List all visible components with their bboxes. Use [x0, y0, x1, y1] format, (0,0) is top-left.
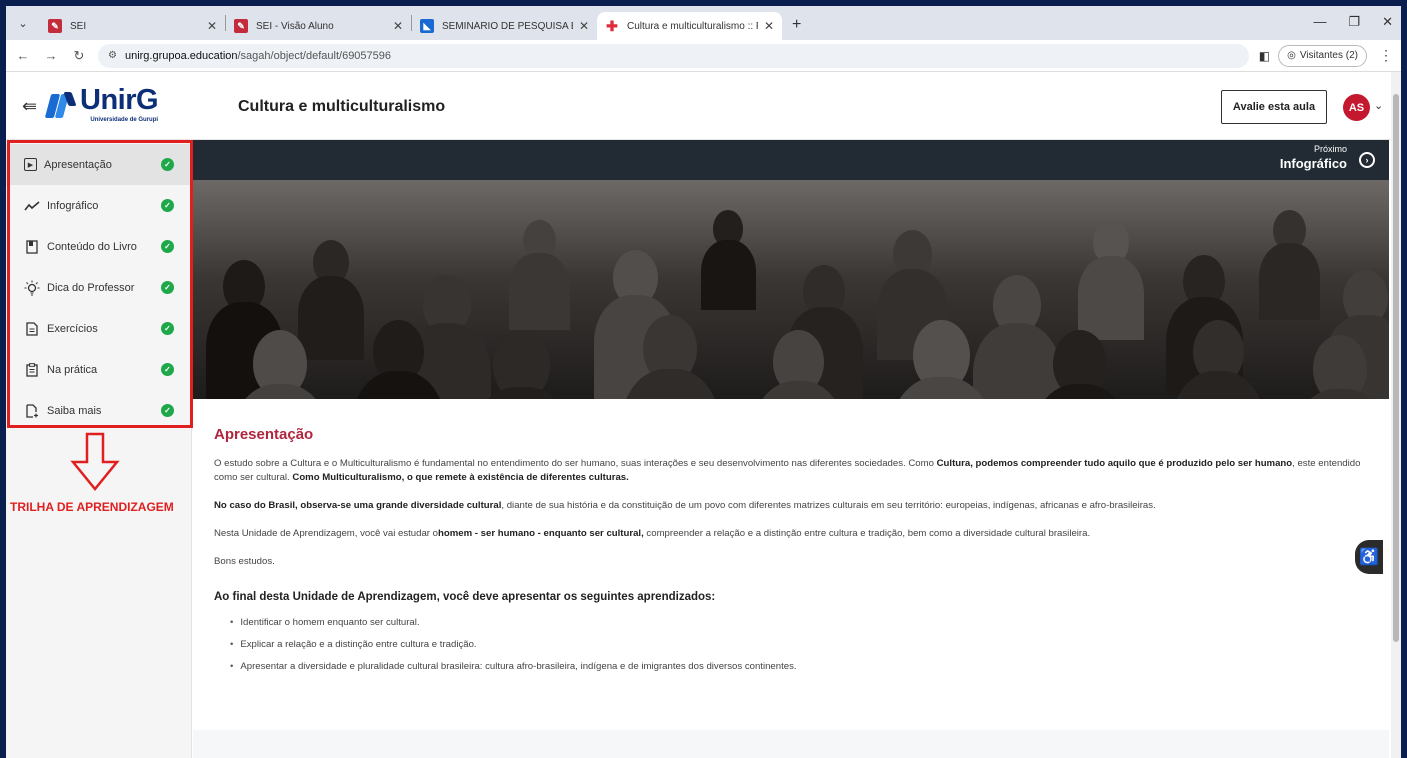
rate-lesson-button[interactable]: Avalie esta aula	[1221, 90, 1327, 124]
close-window-icon[interactable]: ✕	[1382, 14, 1393, 30]
close-tab-icon[interactable]: ✕	[579, 19, 589, 33]
list-item: Identificar o homem enquanto ser cultura…	[230, 617, 1384, 628]
crowd-silhouette	[973, 323, 1061, 399]
restore-icon[interactable]: ❐	[1348, 14, 1360, 30]
article: Apresentação O estudo sobre a Cultura e …	[214, 426, 1384, 683]
tab-title: SEMINÁRIO DE PESQUISA EM L	[442, 20, 573, 32]
annotation-label: TRILHA DE APRENDIZAGEM	[10, 500, 174, 514]
crowd-silhouette	[700, 240, 756, 310]
section-heading: Apresentação	[214, 426, 314, 443]
minimize-icon[interactable]: —	[1313, 14, 1326, 30]
browser-window: ⌄ ✎ SEI ✕ ✎ SEI - Visão Aluno ✕ ◣ SEMINÁ…	[6, 6, 1401, 758]
url-path: /sagah/object/default/69057596	[237, 49, 392, 62]
logo-name: UnirG	[80, 84, 159, 116]
window-controls: — ❐ ✕	[1313, 14, 1393, 30]
footer-strip	[193, 730, 1389, 758]
scrollbar[interactable]	[1391, 72, 1401, 758]
logo-subtitle: Universidade de Gurupi	[90, 117, 159, 123]
unirg-favicon-icon: ◣	[420, 19, 434, 33]
goals-heading: Ao final desta Unidade de Aprendizagem, …	[214, 591, 716, 603]
close-tab-icon[interactable]: ✕	[764, 19, 774, 33]
new-tab-icon[interactable]: +	[792, 16, 801, 34]
annotation-box	[7, 140, 193, 428]
tab-sei-visao-aluno[interactable]: ✎ SEI - Visão Aluno ✕	[226, 12, 411, 40]
profile-label: Visitantes (2)	[1299, 50, 1358, 61]
next-lesson-link[interactable]: Próximo Infográfico	[1280, 144, 1347, 171]
unirg-logo[interactable]: UnirG Universidade de Gurupi	[44, 84, 159, 123]
sagah-favicon-icon: ✚	[606, 17, 618, 34]
annotation-down-arrow-icon	[70, 432, 120, 495]
reload-icon[interactable]: ↻	[68, 48, 90, 64]
url-host: unirg.grupoa.education	[124, 49, 238, 62]
main-content: Próximo Infográfico › Apresentação O est…	[193, 140, 1389, 758]
tab-search-icon[interactable]: ⌄	[10, 10, 36, 36]
next-title: Infográfico	[1279, 156, 1347, 171]
crowd-silhouette	[1078, 256, 1144, 340]
url-input[interactable]: ⚙ unirg.grupoa.education/sagah/object/de…	[98, 43, 1249, 68]
list-item: Apresentar a diversidade e pluralidade c…	[230, 661, 1384, 672]
avatar[interactable]: AS	[1343, 94, 1370, 121]
close-tab-icon[interactable]: ✕	[207, 19, 217, 33]
profile-icon: ◎	[1287, 50, 1296, 61]
crowd-silhouette	[1259, 243, 1320, 320]
tab-seminario[interactable]: ◣ SEMINÁRIO DE PESQUISA EM L ✕	[412, 12, 597, 40]
side-panel-icon[interactable]: ◧	[1259, 49, 1270, 63]
hero-image	[193, 180, 1389, 399]
address-bar: ← → ↻ ⚙ unirg.grupoa.education/sagah/obj…	[6, 40, 1401, 72]
chevron-down-icon[interactable]: ⌄	[1374, 99, 1383, 112]
collapse-sidebar-icon[interactable]: ⇚	[22, 96, 37, 117]
paragraph-2: No caso do Brasil, observa-se uma grande…	[214, 500, 1156, 511]
tab-title: SEI	[70, 20, 87, 32]
goals-list: Identificar o homem enquanto ser cultura…	[230, 617, 1384, 672]
chevron-right-circle-icon[interactable]: ›	[1359, 152, 1375, 168]
next-lesson-bar[interactable]: Próximo Infográfico ›	[193, 140, 1389, 180]
logo-mark-icon	[44, 90, 77, 120]
close-tab-icon[interactable]: ✕	[393, 19, 403, 33]
tab-strip: ⌄ ✎ SEI ✕ ✎ SEI - Visão Aluno ✕ ◣ SEMINÁ…	[6, 6, 1401, 40]
paragraph-3: Nesta Unidade de Aprendizagem, você vai …	[214, 528, 1091, 539]
top-bar: ⇚ UnirG Universidade de Gurupi Cultura e…	[6, 72, 1401, 140]
back-icon[interactable]: ←	[12, 48, 34, 63]
forward-icon[interactable]: →	[40, 48, 62, 63]
tab-title: SEI - Visão Aluno	[256, 20, 334, 32]
browser-menu-icon[interactable]: ⋮	[1379, 47, 1393, 64]
next-label: Próximo	[1313, 144, 1347, 154]
crowd-silhouette	[509, 253, 570, 330]
sei-favicon-icon: ✎	[234, 19, 248, 33]
page-title: Cultura e multiculturalismo	[238, 98, 446, 115]
paragraph-4: Bons estudos.	[214, 556, 275, 567]
crowd-silhouette	[298, 276, 364, 360]
scrollbar-thumb[interactable]	[1393, 94, 1399, 642]
accessibility-icon[interactable]: ♿	[1355, 540, 1383, 574]
tab-sei[interactable]: ✎ SEI ✕	[40, 12, 225, 40]
page: ⇚ UnirG Universidade de Gurupi Cultura e…	[6, 72, 1401, 758]
tab-title: Cultura e multiculturalismo :: Pl	[627, 20, 758, 32]
profile-button[interactable]: ◎ Visitantes (2)	[1278, 44, 1367, 67]
tab-cultura[interactable]: ✚ Cultura e multiculturalismo :: Pl ✕	[597, 12, 782, 40]
paragraph-1: O estudo sobre a Cultura e o Multicultur…	[214, 458, 1361, 483]
list-item: Explicar a relação e a distinção entre c…	[230, 639, 1384, 650]
sei-favicon-icon: ✎	[48, 19, 62, 33]
site-info-icon[interactable]: ⚙	[108, 50, 117, 61]
